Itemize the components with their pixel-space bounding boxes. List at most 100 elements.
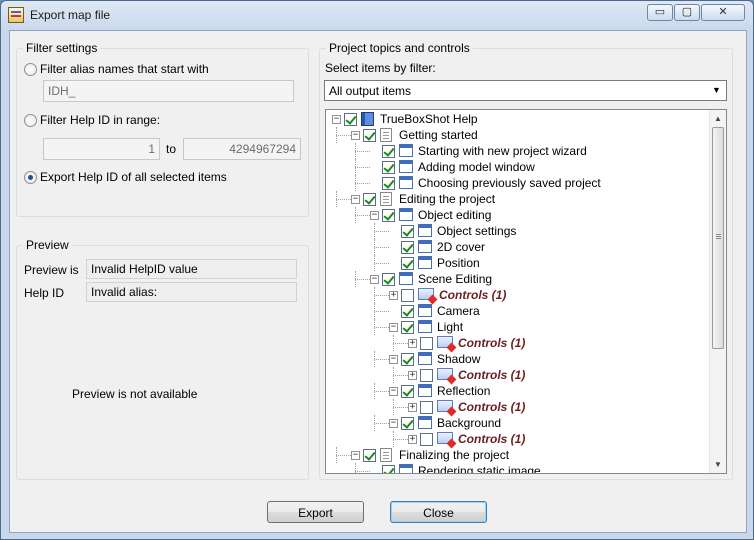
expand-icon[interactable]: + <box>408 371 417 380</box>
tree-node-checkbox[interactable] <box>401 321 414 334</box>
tree-node-checkbox[interactable] <box>382 177 395 190</box>
tree-node-label[interactable]: Adding model window <box>418 160 535 174</box>
scroll-up-icon[interactable]: ▲ <box>710 110 726 127</box>
tree-node[interactable]: 2D cover <box>326 239 710 255</box>
tree-node-label[interactable]: Controls (1) <box>458 336 525 350</box>
tree-node-label[interactable]: Getting started <box>399 128 478 142</box>
tree-node-label[interactable]: Controls (1) <box>458 400 525 414</box>
tree-node-label[interactable]: Rendering static image <box>418 464 541 473</box>
tree-node-label[interactable]: Object settings <box>437 224 516 238</box>
tree-controls-node[interactable]: + Controls (1) <box>326 367 710 383</box>
tree-node-checkbox[interactable] <box>401 289 414 302</box>
collapse-icon[interactable]: − <box>332 115 341 124</box>
tree-node-checkbox[interactable] <box>363 129 376 142</box>
tree-node-label[interactable]: Finalizing the project <box>399 448 509 462</box>
tree-node[interactable]: Camera <box>326 303 710 319</box>
tree-node[interactable]: Position <box>326 255 710 271</box>
tree-node-checkbox[interactable] <box>344 113 357 126</box>
collapse-icon[interactable]: − <box>389 387 398 396</box>
scroll-down-icon[interactable]: ▼ <box>710 456 726 473</box>
tree-node[interactable]: − Scene Editing <box>326 271 710 287</box>
items-filter-select[interactable]: All output items ▼ <box>324 80 727 101</box>
tree-node-checkbox[interactable] <box>420 433 433 446</box>
tree-node-checkbox[interactable] <box>401 225 414 238</box>
tree-node-label[interactable]: Light <box>437 320 463 334</box>
filter-alias-radio[interactable] <box>24 63 37 76</box>
tree-controls-node[interactable]: + Controls (1) <box>326 431 710 447</box>
tree-node[interactable]: − Shadow <box>326 351 710 367</box>
collapse-icon[interactable]: − <box>351 451 360 460</box>
tree-node[interactable]: Rendering static image <box>326 463 710 473</box>
tree-node-checkbox[interactable] <box>401 417 414 430</box>
close-button[interactable]: Close <box>390 501 487 523</box>
minimize-button[interactable]: ▭ <box>647 4 673 21</box>
collapse-icon[interactable]: − <box>389 419 398 428</box>
tree-node[interactable]: − Reflection <box>326 383 710 399</box>
tree-node-checkbox[interactable] <box>363 193 376 206</box>
close-window-button[interactable]: ✕ <box>701 4 745 21</box>
tree-vertical-scrollbar[interactable]: ▲ ▼ <box>709 110 726 473</box>
tree-node-checkbox[interactable] <box>401 305 414 318</box>
filter-range-label[interactable]: Filter Help ID in range: <box>40 113 160 127</box>
collapse-icon[interactable]: − <box>370 275 379 284</box>
collapse-icon[interactable]: − <box>389 323 398 332</box>
tree-node-label[interactable]: Position <box>437 256 480 270</box>
tree-node-label[interactable]: Shadow <box>437 352 480 366</box>
tree-node-checkbox[interactable] <box>420 337 433 350</box>
collapse-icon[interactable]: − <box>370 211 379 220</box>
tree-node-checkbox[interactable] <box>401 385 414 398</box>
expand-icon[interactable]: + <box>408 435 417 444</box>
tree-node-checkbox[interactable] <box>382 161 395 174</box>
tree-node-checkbox[interactable] <box>401 241 414 254</box>
filter-range-radio[interactable] <box>24 114 37 127</box>
tree-node[interactable]: − Finalizing the project <box>326 447 710 463</box>
export-all-label[interactable]: Export Help ID of all selected items <box>40 170 227 184</box>
tree-node-label[interactable]: 2D cover <box>437 240 485 254</box>
range-from-input[interactable] <box>43 138 160 160</box>
expand-icon[interactable]: + <box>389 291 398 300</box>
expand-icon[interactable]: + <box>408 339 417 348</box>
export-button[interactable]: Export <box>267 501 364 523</box>
tree-node-checkbox[interactable] <box>382 465 395 473</box>
tree-node-label[interactable]: Controls (1) <box>439 288 506 302</box>
tree-node-checkbox[interactable] <box>420 369 433 382</box>
tree-node-label[interactable]: Controls (1) <box>458 432 525 446</box>
scroll-thumb[interactable] <box>712 127 724 349</box>
tree-node-checkbox[interactable] <box>382 209 395 222</box>
tree-node-label[interactable]: Scene Editing <box>418 272 492 286</box>
expand-icon[interactable]: + <box>408 403 417 412</box>
tree-node-label[interactable]: Background <box>437 416 501 430</box>
tree-node-label[interactable]: Reflection <box>437 384 490 398</box>
filter-alias-label[interactable]: Filter alias names that start with <box>40 62 209 76</box>
tree-node-checkbox[interactable] <box>401 353 414 366</box>
tree-node[interactable]: − Getting started <box>326 127 710 143</box>
tree-node-label[interactable]: Controls (1) <box>458 368 525 382</box>
tree-controls-node[interactable]: + Controls (1) <box>326 399 710 415</box>
tree-node-label[interactable]: Camera <box>437 304 480 318</box>
tree-node[interactable]: − Background <box>326 415 710 431</box>
title-bar[interactable]: Export map file ▭ ▢ ✕ <box>1 1 753 29</box>
topics-tree[interactable]: − TrueBoxShot Help − Getting started Startin… <box>325 109 727 474</box>
dropdown-arrow-icon[interactable]: ▼ <box>709 83 724 98</box>
range-to-input[interactable] <box>183 138 301 160</box>
tree-node-label[interactable]: Object editing <box>418 208 491 222</box>
tree-node[interactable]: − Editing the project <box>326 191 710 207</box>
tree-node[interactable]: Choosing previously saved project <box>326 175 710 191</box>
tree-node[interactable]: Object settings <box>326 223 710 239</box>
tree-node-label[interactable]: Starting with new project wizard <box>418 144 587 158</box>
export-all-radio[interactable] <box>24 171 37 184</box>
tree-node-label[interactable]: Editing the project <box>399 192 495 206</box>
tree-node[interactable]: − Light <box>326 319 710 335</box>
tree-node[interactable]: Adding model window <box>326 159 710 175</box>
tree-node-label[interactable]: TrueBoxShot Help <box>380 112 478 126</box>
collapse-icon[interactable]: − <box>351 131 360 140</box>
maximize-button[interactable]: ▢ <box>674 4 700 21</box>
tree-node-checkbox[interactable] <box>382 145 395 158</box>
tree-node-checkbox[interactable] <box>382 273 395 286</box>
tree-controls-node[interactable]: + Controls (1) <box>326 287 710 303</box>
tree-node-checkbox[interactable] <box>401 257 414 270</box>
alias-prefix-input[interactable] <box>43 80 294 102</box>
tree-controls-node[interactable]: + Controls (1) <box>326 335 710 351</box>
tree-node-checkbox[interactable] <box>363 449 376 462</box>
tree-node[interactable]: − TrueBoxShot Help <box>326 111 710 127</box>
